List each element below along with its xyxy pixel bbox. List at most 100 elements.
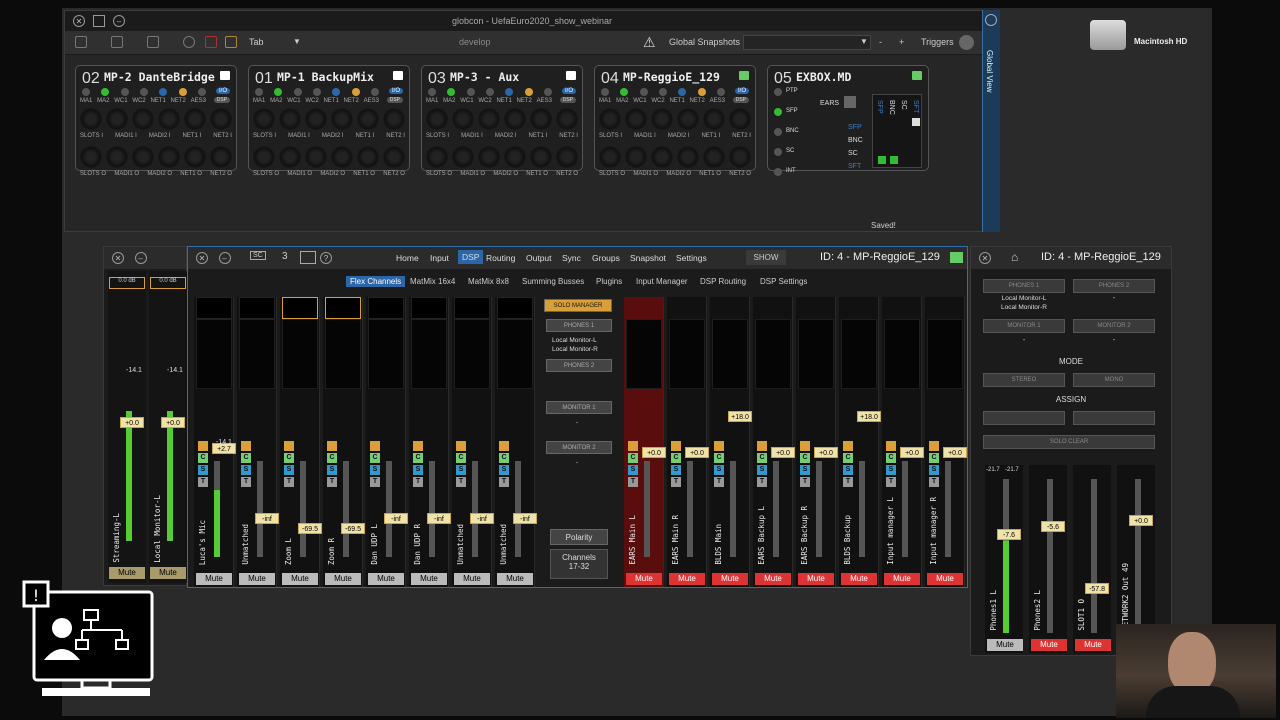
t-button[interactable]: T [456, 477, 466, 487]
subtab[interactable]: DSP Settings [760, 277, 807, 286]
meter-knob[interactable] [478, 146, 500, 168]
fader-track[interactable] [429, 461, 435, 557]
fader-value[interactable]: +0.0 [161, 417, 185, 428]
lock-icon[interactable] [714, 441, 724, 451]
meter-knob[interactable] [305, 146, 327, 168]
monitor2-button[interactable]: MONITOR 2 [1073, 319, 1155, 333]
tab-groups[interactable]: Groups [592, 253, 620, 263]
meter-knob[interactable] [426, 146, 448, 168]
tab-settings[interactable]: Settings [676, 253, 707, 263]
mute-button[interactable]: Mute [196, 573, 232, 585]
io-badge[interactable]: I/O [215, 88, 230, 94]
assign-2-button[interactable] [1073, 411, 1155, 425]
dsp-badge[interactable]: DSP [386, 97, 403, 103]
channels-selector[interactable]: Channels 17-32 [550, 549, 608, 579]
io-badge[interactable]: I/O [734, 88, 749, 94]
lock-icon[interactable] [757, 441, 767, 451]
solo-button[interactable]: S [843, 465, 853, 475]
meter-knob[interactable] [279, 146, 301, 168]
close-icon[interactable]: ✕ [112, 252, 124, 264]
lock-icon[interactable] [370, 441, 380, 451]
t-button[interactable]: T [714, 477, 724, 487]
t-button[interactable]: T [929, 477, 939, 487]
c-button[interactable]: C [800, 453, 810, 463]
lock-icon[interactable] [671, 441, 681, 451]
dsp-badge[interactable]: DSP [732, 97, 749, 103]
fader-track[interactable] [126, 411, 132, 541]
stereo-button[interactable]: STEREO [983, 373, 1065, 387]
c-button[interactable]: C [929, 453, 939, 463]
fader-track[interactable] [167, 411, 173, 541]
mute-button[interactable]: Mute [497, 573, 533, 585]
t-button[interactable]: T [241, 477, 251, 487]
mute-button[interactable]: Mute [239, 573, 275, 585]
meter-knob[interactable] [210, 146, 232, 168]
triggers-toggle[interactable] [959, 35, 974, 50]
solo-button[interactable]: S [929, 465, 939, 475]
c-button[interactable]: C [241, 453, 251, 463]
c-button[interactable]: C [757, 453, 767, 463]
c-button[interactable]: C [413, 453, 423, 463]
tab-output[interactable]: Output [526, 253, 552, 263]
lock-icon[interactable] [413, 441, 423, 451]
meter-knob[interactable] [357, 108, 379, 130]
lock-icon[interactable] [456, 441, 466, 451]
solo-clear-button[interactable]: SOLO CLEAR [983, 435, 1155, 449]
lock-icon[interactable] [241, 441, 251, 451]
subtab[interactable]: Plugins [596, 277, 622, 286]
layout-icon[interactable] [75, 36, 87, 48]
meter-knob[interactable] [158, 108, 180, 130]
io-badge[interactable]: I/O [388, 88, 403, 94]
fader-track[interactable] [687, 461, 693, 557]
fader-track[interactable] [859, 461, 865, 557]
meter-knob[interactable] [158, 146, 180, 168]
mono-button[interactable]: MONO [1073, 373, 1155, 387]
solo-button[interactable]: S [628, 465, 638, 475]
meter-knob[interactable] [184, 146, 206, 168]
fader-track[interactable] [300, 461, 306, 557]
fader-value[interactable]: -69.5 [341, 523, 365, 534]
c-button[interactable]: C [714, 453, 724, 463]
snapshot-icon[interactable] [300, 251, 316, 264]
device-card[interactable]: 02 MP-2 DanteBridge I/O DSP MA1 MA2 WC1 WC2 NET1… [75, 65, 237, 177]
meter-knob[interactable] [478, 108, 500, 130]
mute-button[interactable]: Mute [282, 573, 318, 585]
meter-knob[interactable] [625, 108, 647, 130]
device-card[interactable]: 03 MP-3 - Aux I/O DSP MA1 MA2 WC1 WC2 NET1 NET2 AE… [421, 65, 583, 177]
meter-knob[interactable] [253, 146, 275, 168]
fader-track[interactable] [1135, 479, 1141, 633]
fader-track[interactable] [773, 461, 779, 557]
c-button[interactable]: C [886, 453, 896, 463]
tab-snapshot[interactable]: Snapshot [630, 253, 666, 263]
c-button[interactable]: C [456, 453, 466, 463]
ms-icon[interactable] [225, 36, 237, 48]
solo-button[interactable]: S [284, 465, 294, 475]
meter-knob[interactable] [651, 146, 673, 168]
fader-track[interactable] [515, 461, 521, 557]
mute-button[interactable]: Mute [1031, 639, 1067, 651]
eq-scope[interactable] [239, 297, 275, 319]
ears-toggle[interactable] [844, 96, 856, 108]
solo-button[interactable]: S [757, 465, 767, 475]
snapshot-minus-button[interactable]: - [879, 37, 882, 47]
subtab[interactable]: Summing Busses [522, 277, 584, 286]
meter-knob[interactable] [599, 108, 621, 130]
fader-value[interactable]: -7.6 [997, 529, 1021, 540]
lock-icon[interactable] [284, 441, 294, 451]
fader-track[interactable] [472, 461, 478, 557]
fader-value[interactable]: +0.0 [120, 417, 144, 428]
meter-knob[interactable] [383, 108, 405, 130]
show-button[interactable]: SHOW [746, 250, 786, 265]
meter-knob[interactable] [106, 108, 128, 130]
fader-track[interactable] [816, 461, 822, 557]
solo-manager-button[interactable]: SOLO MANAGER [544, 299, 612, 312]
fader-value[interactable]: -5.6 [1041, 521, 1065, 532]
help-icon[interactable]: ? [320, 252, 332, 264]
mute-button[interactable]: Mute [325, 573, 361, 585]
solo-button[interactable]: S [456, 465, 466, 475]
meter-knob[interactable] [426, 108, 448, 130]
fader-track[interactable] [902, 461, 908, 557]
meter-knob[interactable] [305, 108, 327, 130]
t-button[interactable]: T [370, 477, 380, 487]
fader-value[interactable]: +0.0 [685, 447, 709, 458]
